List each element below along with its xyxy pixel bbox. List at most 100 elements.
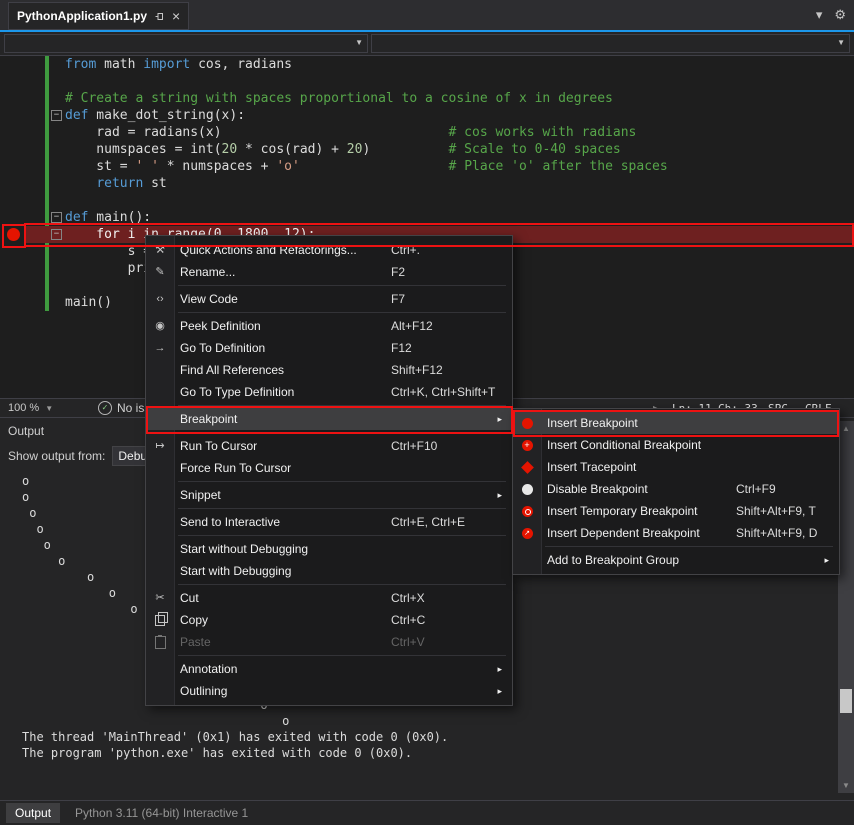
submenu-arrow-icon: ▸ — [497, 680, 502, 702]
menu-separator — [178, 655, 506, 656]
code-line[interactable] — [0, 192, 854, 209]
copy-icon — [146, 609, 174, 631]
project-dropdown[interactable]: ▼ — [4, 34, 368, 53]
view-code-icon: ‹› — [146, 288, 174, 310]
code-line[interactable]: # Create a string with spaces proportion… — [0, 90, 854, 107]
empty-icon-slot — [146, 408, 174, 430]
menu-item-add-to-breakpoint-group[interactable]: Add to Breakpoint Group▸ — [513, 549, 839, 571]
menu-item-label: Cut — [180, 591, 199, 605]
menu-item-view-code[interactable]: ‹›View CodeF7 — [146, 288, 512, 310]
code-line[interactable]: numspaces = int(20 * cos(rad) + 20) # Sc… — [0, 141, 854, 158]
editor-context-menu: ⚒Quick Actions and Refactorings...Ctrl+.… — [145, 235, 513, 706]
menu-item-go-to-definition[interactable]: →Go To DefinitionF12 — [146, 337, 512, 359]
document-tab-bar: PythonApplication1.py × ▾ ⚙ — [0, 0, 854, 30]
menu-item-disable-breakpoint[interactable]: Disable BreakpointCtrl+F9 — [513, 478, 839, 500]
menu-item-quick-actions-and-refactorings[interactable]: ⚒Quick Actions and Refactorings...Ctrl+. — [146, 239, 512, 261]
menu-item-label: Insert Dependent Breakpoint — [547, 526, 700, 540]
menu-item-send-to-interactive[interactable]: Send to InteractiveCtrl+E, Ctrl+E — [146, 511, 512, 533]
menu-item-insert-breakpoint[interactable]: Insert Breakpoint — [513, 412, 839, 434]
open-documents-dropdown-icon[interactable]: ▾ — [816, 7, 823, 23]
menu-item-shortcut: F7 — [391, 288, 405, 310]
scroll-down-icon[interactable]: ▼ — [838, 778, 854, 793]
code-line[interactable]: rad = radians(x) # cos works with radian… — [0, 124, 854, 141]
cut-icon: ✂ — [146, 587, 174, 609]
menu-item-copy[interactable]: CopyCtrl+C — [146, 609, 512, 631]
gear-icon[interactable]: ⚙ — [834, 7, 846, 23]
document-tab[interactable]: PythonApplication1.py × — [8, 2, 189, 30]
menu-item-shortcut: Shift+F12 — [391, 359, 443, 381]
menu-item-label: Snippet — [180, 488, 221, 502]
menu-item-peek-definition[interactable]: ◉Peek DefinitionAlt+F12 — [146, 315, 512, 337]
zoom-selector[interactable]: 100 % ▼ — [8, 402, 53, 414]
submenu-arrow-icon: ▸ — [497, 484, 502, 506]
code-text: from math import cos, radians — [65, 57, 292, 72]
console-line: o — [22, 713, 854, 729]
fold-collapse-icon[interactable]: − — [51, 110, 62, 121]
code-line[interactable]: return st — [0, 175, 854, 192]
output-panel-title: Output — [8, 424, 44, 438]
menu-item-snippet[interactable]: Snippet ▸ — [146, 484, 512, 506]
disable-breakpoint-icon — [513, 478, 541, 500]
fold-collapse-icon[interactable]: − — [51, 229, 62, 240]
menu-item-label: Insert Tracepoint — [547, 460, 636, 474]
panel-tab-python-3-11-64-bit-interactive-1[interactable]: Python 3.11 (64-bit) Interactive 1 — [66, 803, 257, 823]
code-text: numspaces = int(20 * cos(rad) + 20) # Sc… — [65, 142, 621, 157]
menu-item-breakpoint[interactable]: Breakpoint▸ — [146, 408, 512, 430]
code-line[interactable]: −def make_dot_string(x): — [0, 107, 854, 124]
member-dropdown[interactable]: ▼ — [371, 34, 850, 53]
menu-item-annotation[interactable]: Annotation▸ — [146, 658, 512, 680]
code-line[interactable]: st = ' ' * numspaces + 'o' # Place 'o' a… — [0, 158, 854, 175]
menu-item-insert-conditional-breakpoint[interactable]: Insert Conditional Breakpoint — [513, 434, 839, 456]
chevron-down-icon: ▼ — [45, 404, 53, 413]
menu-item-label: Insert Breakpoint — [547, 416, 638, 430]
code-line[interactable] — [0, 73, 854, 90]
code-text: main() — [65, 295, 112, 310]
empty-icon-slot — [146, 511, 174, 533]
menu-item-label: Force Run To Cursor — [180, 461, 291, 475]
close-tab-icon[interactable]: × — [172, 9, 180, 23]
code-line[interactable]: from math import cos, radians — [0, 56, 854, 73]
menu-item-label: Start without Debugging — [180, 542, 308, 556]
menu-item-go-to-type-definition[interactable]: Go To Type DefinitionCtrl+K, Ctrl+Shift+… — [146, 381, 512, 403]
output-scrollbar[interactable]: ▲ ▼ — [838, 421, 854, 793]
menu-item-label: Quick Actions and Refactorings... — [180, 243, 357, 257]
menu-item-run-to-cursor[interactable]: ↦Run To CursorCtrl+F10 — [146, 435, 512, 457]
menu-item-cut[interactable]: ✂CutCtrl+X — [146, 587, 512, 609]
menu-item-shortcut: Ctrl+. — [391, 239, 420, 261]
menu-item-find-all-references[interactable]: Find All ReferencesShift+F12 — [146, 359, 512, 381]
fold-collapse-icon[interactable]: − — [51, 212, 62, 223]
panel-tab-output[interactable]: Output — [6, 803, 60, 823]
empty-icon-slot — [146, 484, 174, 506]
scroll-up-icon[interactable]: ▲ — [838, 421, 854, 436]
menu-item-start-without-debugging[interactable]: Start without Debugging — [146, 538, 512, 560]
empty-icon-slot — [146, 658, 174, 680]
menu-item-force-run-to-cursor[interactable]: Force Run To Cursor — [146, 457, 512, 479]
scrollbar-thumb[interactable] — [840, 689, 852, 713]
code-text: def make_dot_string(x): — [65, 108, 245, 123]
menu-item-label: Run To Cursor — [180, 439, 257, 453]
menu-item-insert-temporary-breakpoint[interactable]: Insert Temporary BreakpointShift+Alt+F9,… — [513, 500, 839, 522]
console-line: The program 'python.exe' has exited with… — [22, 745, 854, 761]
code-text: def main(): — [65, 210, 151, 225]
menu-separator — [178, 508, 506, 509]
menu-item-outlining[interactable]: Outlining▸ — [146, 680, 512, 702]
empty-icon-slot — [146, 680, 174, 702]
dependent-breakpoint-icon — [513, 522, 541, 544]
menu-item-insert-tracepoint[interactable]: Insert Tracepoint — [513, 456, 839, 478]
menu-item-rename[interactable]: ✎Rename...F2 — [146, 261, 512, 283]
empty-icon-slot — [146, 457, 174, 479]
submenu-arrow-icon: ▸ — [824, 549, 829, 571]
visual-studio-window: PythonApplication1.py × ▾ ⚙ ▼ ▼ from mat… — [0, 0, 854, 825]
panel-tab-bar: Output Python 3.11 (64-bit) Interactive 1 — [0, 800, 854, 825]
menu-item-shortcut: Ctrl+K, Ctrl+Shift+T — [391, 381, 495, 403]
code-line[interactable]: −def main(): — [0, 209, 854, 226]
pin-icon[interactable] — [154, 11, 165, 22]
menu-item-paste[interactable]: PasteCtrl+V — [146, 631, 512, 653]
breakpoint-icon — [513, 412, 541, 434]
menu-item-insert-dependent-breakpoint[interactable]: Insert Dependent BreakpointShift+Alt+F9,… — [513, 522, 839, 544]
menu-item-label: Paste — [180, 635, 211, 649]
menu-separator — [545, 546, 833, 547]
navigation-bar: ▼ ▼ — [0, 32, 854, 56]
menu-item-start-with-debugging[interactable]: Start with Debugging — [146, 560, 512, 582]
empty-icon-slot — [146, 560, 174, 582]
